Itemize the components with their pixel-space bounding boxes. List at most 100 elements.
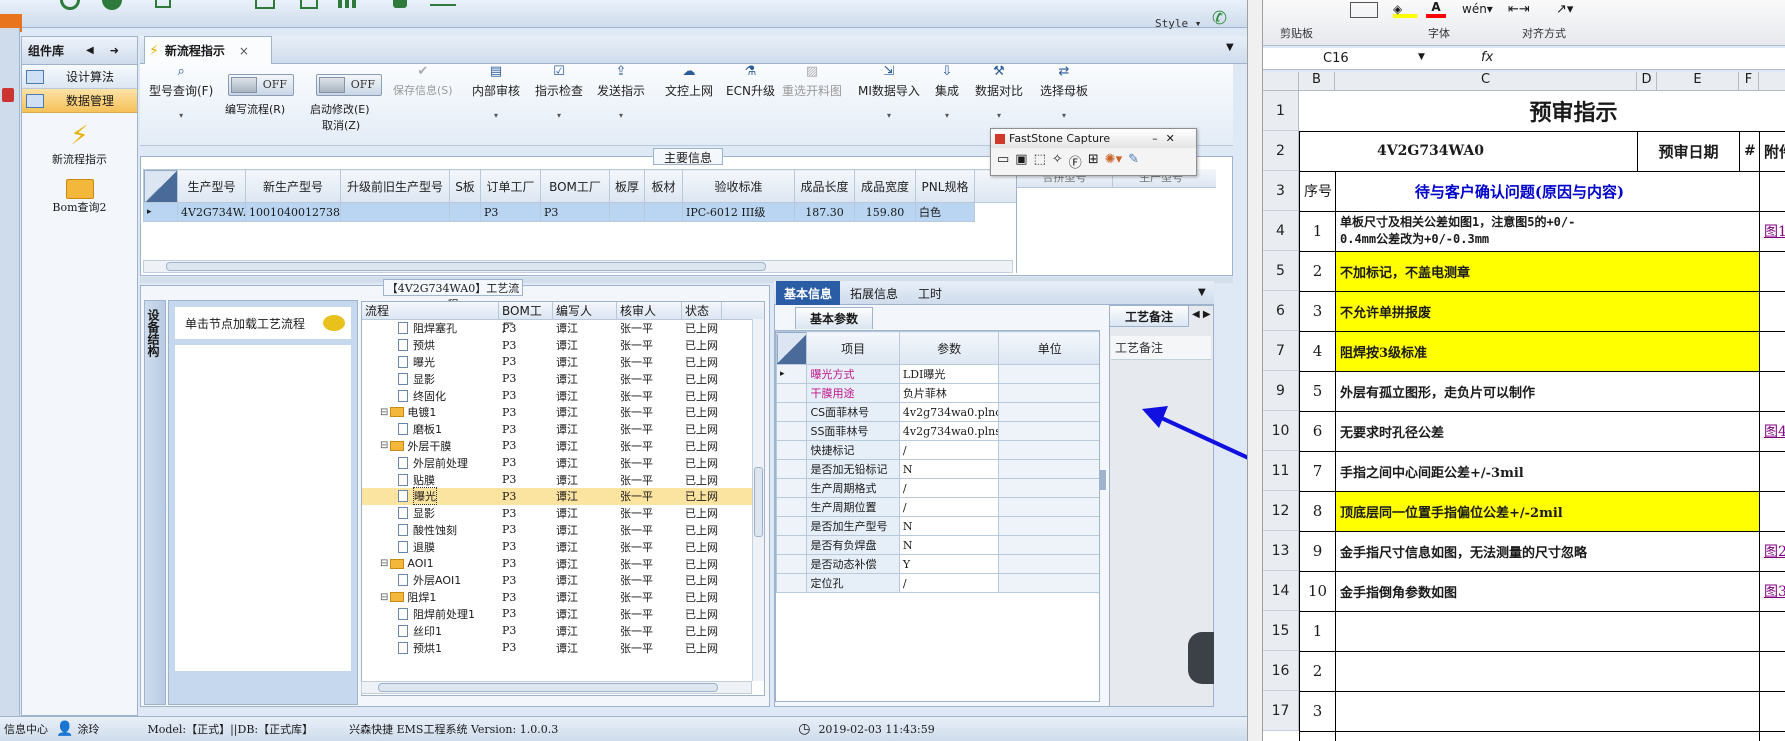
region-capture-icon[interactable]: ⬚ [1034, 152, 1046, 171]
fullscreen-capture-icon[interactable]: Ⓕ [1069, 152, 1082, 171]
node-hint[interactable]: 单击节点加载工艺流程 [175, 307, 351, 339]
row-number[interactable]: 6 [1263, 291, 1298, 331]
ribbon-group-clipboard[interactable]: 剪贴板 [1280, 25, 1313, 41]
attachment-link[interactable]: 图3(fig3)' [1758, 570, 1785, 612]
freehand-capture-icon[interactable]: ✧ [1052, 152, 1063, 171]
param-unit[interactable] [998, 421, 1099, 441]
param-row[interactable]: 快捷标记 / [776, 440, 1099, 460]
collapse-icon[interactable]: ⊟ [380, 558, 388, 569]
review-date-label[interactable]: 预审日期 [1637, 130, 1740, 172]
copy-icon[interactable] [300, 0, 318, 9]
param-value[interactable]: N [898, 516, 1000, 536]
param-unit[interactable] [998, 573, 1099, 593]
row-indicator[interactable] [776, 478, 808, 498]
issue-number[interactable]: 8 [1299, 490, 1336, 532]
main-info-cell[interactable] [609, 202, 645, 222]
collapse-icon[interactable]: ⊟ [380, 407, 388, 418]
issue-text[interactable]: 金手指尺寸信息如图，无法测量的尺寸忽略 [1335, 530, 1760, 572]
tree-hscroll[interactable] [361, 681, 752, 694]
nav-item-data[interactable]: 数据管理 [22, 89, 137, 113]
param-unit[interactable] [998, 440, 1099, 460]
issue-header[interactable]: 待与客户确认问题(原因与内容) [1335, 170, 1760, 212]
tree-row[interactable]: 退膜 P3 谭江 张一平 已上网 [362, 538, 764, 555]
param-row[interactable]: 干膜用途 负片菲林 [776, 383, 1099, 403]
collapse-icon[interactable]: ⊟ [380, 440, 388, 451]
issue-text[interactable] [1335, 730, 1760, 741]
tree-row[interactable]: 终固化 P3 谭江 张一平 已上网 [362, 387, 764, 404]
main-info-cell[interactable]: 159.80 [854, 202, 916, 222]
row-indicator[interactable] [776, 573, 808, 593]
scroll-thumb[interactable] [754, 467, 763, 537]
seq-header[interactable]: 序号 [1299, 170, 1336, 212]
settings-icon[interactable]: ✎ [1128, 152, 1139, 171]
issue-text[interactable]: 单板尺寸及相关公差如图1，注意图5的+0/- 0.4mm公差改为+0/-0.3mm [1335, 210, 1760, 252]
attachment-link[interactable] [1758, 370, 1785, 412]
attachment-link[interactable] [1758, 730, 1785, 741]
column-header[interactable]: S板 [449, 169, 481, 203]
attachment-link[interactable] [1758, 690, 1785, 732]
row-number[interactable]: 1 [1263, 91, 1298, 131]
column-header[interactable]: 新生产型号 [245, 169, 341, 203]
shortcut-bom[interactable]: Bom查询2 [22, 179, 137, 215]
row-indicator[interactable] [776, 459, 808, 479]
doc-icon[interactable] [430, 0, 456, 6]
column-letter[interactable]: F [1739, 72, 1759, 90]
minimize-icon[interactable]: – [1152, 132, 1158, 145]
param-value[interactable]: 负片菲林 [898, 383, 1000, 403]
tab-basic-info[interactable]: 基本信息 [776, 281, 840, 305]
tree-row[interactable]: 显影 P3 谭江 张一平 已上网 [362, 370, 764, 387]
column-letter[interactable]: B [1299, 72, 1335, 90]
param-value[interactable]: 4v2g734wa0.plnss [898, 421, 1000, 441]
row-indicator[interactable]: ▸ [143, 202, 178, 222]
issue-text[interactable]: 不加标记，不盖电测章 [1335, 250, 1760, 292]
main-info-cell[interactable] [644, 202, 683, 222]
tree-vscroll[interactable] [752, 319, 764, 681]
integrate-button[interactable]: ⇩ 集成 ▾ [935, 65, 959, 121]
column-header[interactable]: 板厚 [609, 169, 645, 203]
tree-row[interactable]: 阻焊塞孔 P3 谭江 张一平 已上网 [362, 320, 764, 337]
ribbon-group-align[interactable]: 对齐方式 [1522, 25, 1566, 41]
palette-icon[interactable]: ✺▾ [1105, 152, 1122, 171]
param-unit[interactable] [998, 535, 1099, 555]
param-row[interactable]: 生产周期位置 / [776, 497, 1099, 517]
attachment-link[interactable]: 图4(fig4)' [1758, 410, 1785, 452]
column-header[interactable]: 升级前旧生产型号 [340, 169, 450, 203]
collapse-circle-icon[interactable] [1188, 632, 1214, 684]
param-unit[interactable] [998, 497, 1099, 517]
main-info-cell[interactable]: 10010400127388 [245, 202, 341, 222]
row-number[interactable]: 4 [1263, 211, 1298, 251]
column-header[interactable]: 编写人 [553, 302, 617, 319]
row-indicator[interactable] [776, 440, 808, 460]
issue-number[interactable]: 2 [1299, 650, 1336, 692]
attachment-link[interactable]: 图1(fig1)' [1758, 210, 1785, 252]
scroll-thumb[interactable] [378, 683, 718, 692]
ecn-button[interactable]: ⚗ ECN升级 [726, 65, 775, 99]
attachment-link[interactable] [1758, 250, 1785, 292]
column-header[interactable]: 验收标准 [682, 169, 795, 203]
issue-number[interactable]: 6 [1299, 410, 1336, 452]
param-value[interactable]: LDI曝光 [898, 364, 1000, 384]
chevron-down-icon[interactable]: ▼ [1418, 52, 1425, 62]
main-info-cell[interactable]: 白色 [915, 202, 975, 222]
nav-item-design[interactable]: 设计算法 [22, 65, 137, 89]
param-value[interactable]: / [898, 478, 1000, 498]
attachment-link[interactable] [1758, 490, 1785, 532]
issue-text[interactable]: 金手指倒角参数如图 [1335, 570, 1760, 612]
send-button[interactable]: ⇪ 发送指示 ▾ [597, 65, 645, 121]
row-number[interactable]: 15 [1263, 611, 1298, 651]
row-number[interactable]: 2 [1263, 131, 1298, 171]
row-number[interactable]: 11 [1263, 451, 1298, 491]
scroll-thumb[interactable] [166, 262, 766, 271]
equipment-structure-tab[interactable]: 设备结构 [144, 300, 166, 705]
issue-text[interactable] [1335, 610, 1760, 652]
edit-flow-toggle[interactable]: OFF [228, 74, 294, 96]
tree-row[interactable]: 预烘1 P3 谭江 张一平 已上网 [362, 639, 764, 656]
column-letter[interactable]: E [1657, 72, 1739, 90]
sheet-title[interactable]: 预审指示 [1299, 91, 1785, 132]
tree-row[interactable]: 阻焊前处理1 P3 谭江 张一平 已上网 [362, 606, 764, 623]
tree-row[interactable]: 显影 P3 谭江 张一平 已上网 [362, 505, 764, 522]
style-menu[interactable]: Style ▾ [1155, 17, 1201, 30]
start-modify-toggle[interactable]: OFF [316, 74, 382, 96]
param-unit[interactable] [998, 364, 1099, 384]
tree-row[interactable]: ⊟ 阻焊1 P3 谭江 张一平 已上网 [362, 589, 764, 606]
